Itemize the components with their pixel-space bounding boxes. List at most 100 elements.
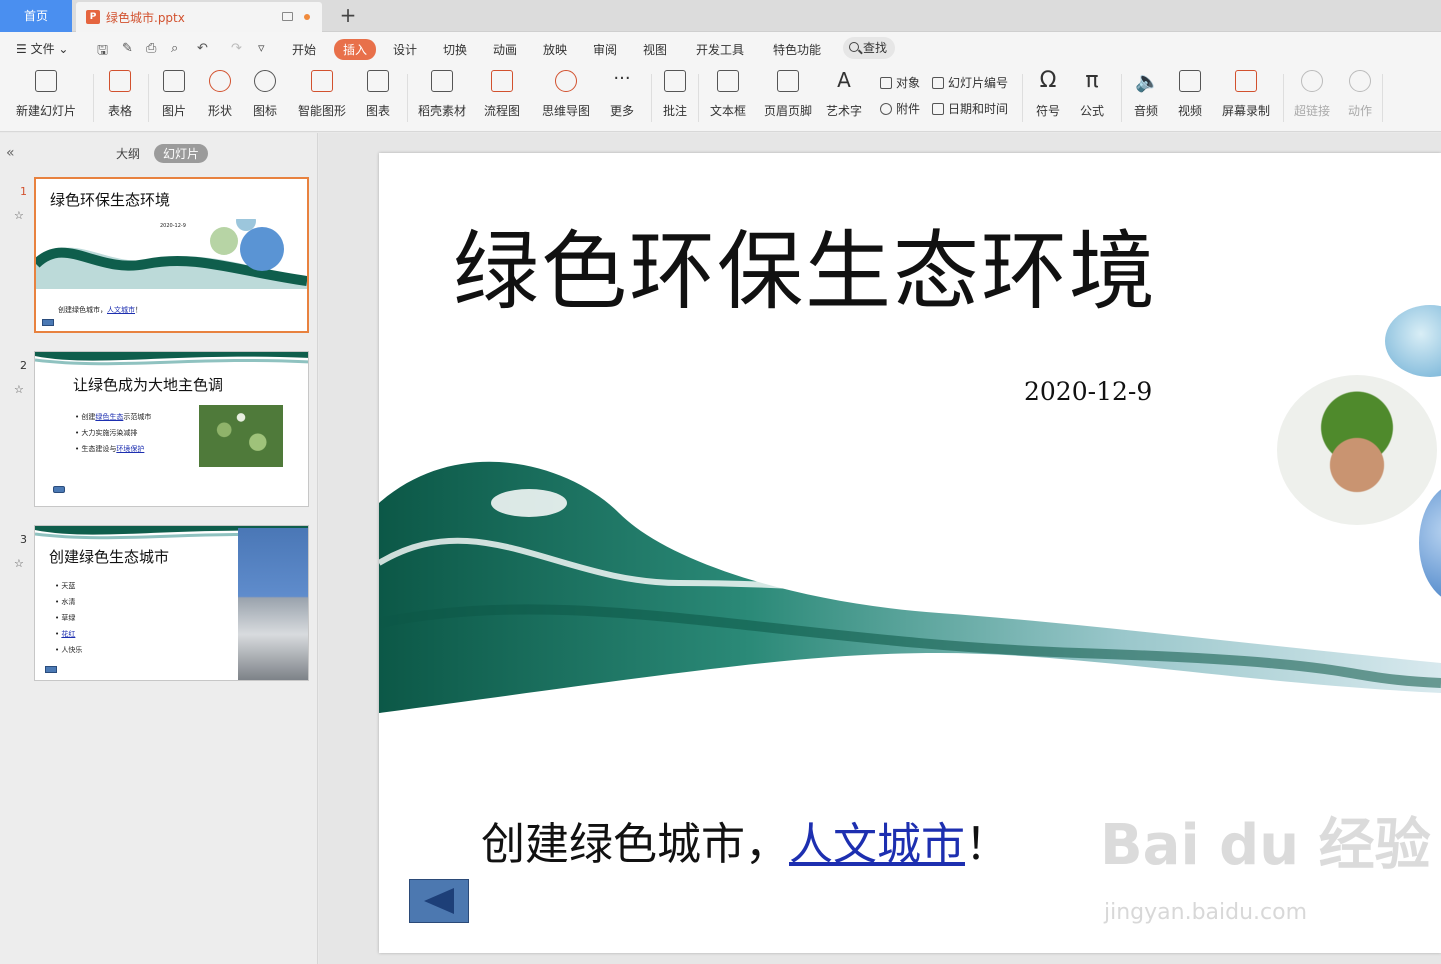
divider — [1022, 74, 1023, 122]
thumb-back-button — [53, 486, 65, 493]
undo-icon[interactable]: ↶ — [197, 41, 208, 56]
menu-design[interactable]: 设计 — [393, 41, 417, 58]
ppt-file-icon: P — [86, 10, 100, 24]
flowchart-button[interactable]: 流程图 — [478, 70, 526, 126]
video-label: 视频 — [1177, 104, 1202, 118]
baidu-watermark: Bai du 经验 — [1100, 813, 1431, 878]
wordart-button[interactable]: A 艺术字 — [822, 70, 866, 126]
material-button[interactable]: 稻壳素材 — [416, 70, 468, 126]
menu-slideshow[interactable]: 放映 — [543, 41, 567, 58]
screen-record-button[interactable]: 屏幕录制 — [1218, 70, 1274, 126]
monitor-icon[interactable] — [282, 12, 293, 21]
back-action-button[interactable] — [409, 879, 469, 923]
flowchart-icon — [491, 70, 513, 92]
header-footer-button[interactable]: 页眉页脚 — [762, 70, 814, 126]
picture-button[interactable]: 图片 — [156, 70, 192, 126]
tab-slides[interactable]: 幻灯片 — [154, 144, 209, 163]
slide-thumbnail-3[interactable]: 创建绿色生态城市 • 天蓝 • 水清 • 草绿 • 花红 • 人快乐 — [34, 525, 309, 681]
shape-label: 形状 — [207, 104, 232, 118]
bullet-text: 草绿 — [61, 614, 76, 622]
animation-star-icon[interactable]: ☆ — [14, 209, 24, 222]
divider — [93, 74, 94, 122]
formula-button[interactable]: π 公式 — [1074, 70, 1110, 126]
customize-dropdown-icon[interactable]: ▿ — [258, 41, 265, 56]
baidu-watermark-url: jingyan.baidu.com — [1104, 900, 1308, 925]
new-tab-button[interactable]: + — [338, 4, 358, 26]
action-button[interactable]: 动作 — [1344, 70, 1376, 126]
formula-label: 公式 — [1079, 104, 1104, 118]
menu-developer[interactable]: 开发工具 — [696, 41, 744, 58]
file-menu[interactable]: ☰ 文件 ⌄ — [16, 40, 68, 57]
menu-features[interactable]: 特色功能 — [773, 41, 821, 58]
mindmap-button[interactable]: 思维导图 — [536, 70, 596, 126]
header-footer-icon — [777, 70, 799, 92]
video-button[interactable]: 视频 — [1172, 70, 1208, 126]
animation-star-icon[interactable]: ☆ — [14, 383, 24, 396]
audio-button[interactable]: 🔈 音频 — [1128, 70, 1164, 126]
print-icon[interactable]: ⎙ — [146, 41, 156, 56]
menu-review[interactable]: 审阅 — [593, 41, 617, 58]
save-icon[interactable]: 🖫 — [97, 41, 108, 63]
search-icon — [849, 42, 859, 52]
attachment-button[interactable]: 附件 — [880, 100, 920, 117]
menu-insert[interactable]: 插入 — [334, 39, 377, 60]
icon-button[interactable]: 图标 — [247, 70, 283, 126]
thumb-bullet: • 生态建设与环境保护 — [75, 445, 145, 453]
tab-document[interactable]: P 绿色城市.pptx — [76, 2, 322, 32]
menu-transition[interactable]: 切换 — [443, 41, 467, 58]
comment-icon — [664, 70, 686, 92]
search-label: 查找 — [863, 41, 888, 55]
chart-button[interactable]: 图表 — [360, 70, 396, 126]
subtitle-link[interactable]: 人文城市 — [789, 819, 965, 870]
shape-button[interactable]: 形状 — [202, 70, 238, 126]
slide-title[interactable]: 绿色环保生态环境 — [453, 201, 1157, 326]
tab-outline[interactable]: 大纲 — [116, 145, 140, 162]
menu-start[interactable]: 开始 — [292, 41, 316, 58]
thumb-bullet: • 天蓝 — [55, 582, 76, 590]
redo-icon[interactable]: ↷ — [231, 41, 242, 56]
search-button[interactable]: 查找 — [843, 37, 895, 59]
action-label: 动作 — [1347, 104, 1372, 118]
tab-home[interactable]: 首页 — [0, 0, 72, 32]
divider — [1121, 74, 1122, 122]
menu-animation[interactable]: 动画 — [493, 41, 517, 58]
symbol-button[interactable]: Ω 符号 — [1030, 70, 1066, 126]
menu-view[interactable]: 视图 — [643, 41, 667, 58]
bullet-link: 绿色生态 — [95, 413, 124, 421]
ribbon-insert: 新建幻灯片 表格 图片 形状 图标 智能图形 图表 稻壳素材 流程图 思维导图 … — [0, 66, 1441, 132]
object-button[interactable]: 对象 — [880, 74, 920, 91]
table-button[interactable]: 表格 — [102, 70, 138, 126]
thumb-title: 让绿色成为大地主色调 — [73, 376, 224, 394]
slide-thumbnail-1[interactable]: 绿色环保生态环境 2020-12-9 创建绿色城市，人文城市！ — [34, 177, 309, 333]
print-preview-icon[interactable]: ⌕ — [171, 41, 178, 56]
thumb-bullet: • 人快乐 — [55, 646, 83, 654]
slide-date[interactable]: 2020-12-9 — [1024, 377, 1152, 406]
symbol-label: 符号 — [1035, 104, 1060, 118]
smart-art-icon — [311, 70, 333, 92]
mouse-icon — [1349, 70, 1371, 92]
unsaved-dot-icon — [304, 14, 310, 20]
collapse-panel-icon[interactable]: « — [6, 145, 15, 161]
bullet-text: 生态建设与 — [81, 445, 117, 453]
textbox-icon — [717, 70, 739, 92]
comment-button[interactable]: 批注 — [660, 70, 690, 126]
bullet-text: 示范城市 — [123, 413, 152, 421]
format-painter-icon[interactable]: ✎ — [122, 41, 133, 56]
hyperlink-button[interactable]: 超链接 — [1288, 70, 1336, 126]
mindmap-label: 思维导图 — [541, 104, 590, 118]
new-slide-icon — [35, 70, 57, 92]
slide-subtitle[interactable]: 创建绿色城市，人文城市！ — [481, 808, 1009, 872]
textbox-button[interactable]: 文本框 — [704, 70, 752, 126]
thumb-bullet: • 花红 — [55, 630, 76, 638]
smart-art-button[interactable]: 智能图形 — [292, 70, 352, 126]
material-icon — [431, 70, 453, 92]
date-time-button[interactable]: 日期和时间 — [932, 100, 1008, 117]
wave-graphic — [379, 461, 1441, 713]
animation-star-icon[interactable]: ☆ — [14, 557, 24, 570]
new-slide-button[interactable]: 新建幻灯片 — [10, 70, 82, 126]
divider — [651, 74, 652, 122]
slide-number-button[interactable]: 幻灯片编号 — [932, 74, 1008, 91]
slide-thumbnail-2[interactable]: 让绿色成为大地主色调 • 创建绿色生态示范城市 • 大力实施污染减排 • 生态建… — [34, 351, 309, 507]
mindmap-icon — [555, 70, 577, 92]
more-button[interactable]: ··· 更多 — [604, 70, 640, 126]
